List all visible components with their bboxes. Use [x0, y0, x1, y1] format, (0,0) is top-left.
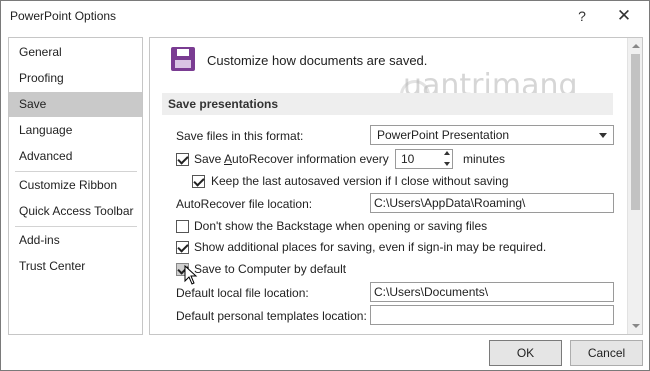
autorecover-label-accel: A — [224, 152, 233, 166]
cancel-button[interactable]: Cancel — [570, 340, 643, 366]
nav-item-add-ins[interactable]: Add-ins — [9, 228, 142, 253]
pane-header: Customize how documents are saved. — [207, 53, 428, 68]
format-label: Save files in this format: — [176, 129, 304, 143]
options-dialog: PowerPoint Options ? ✕ General Proofing … — [0, 0, 650, 371]
autorecover-checkbox[interactable] — [176, 153, 189, 166]
nav-item-advanced[interactable]: Advanced — [9, 144, 142, 169]
backstage-checkbox[interactable] — [176, 220, 189, 233]
save-settings-pane: Customize how documents are saved. uantr… — [149, 37, 643, 335]
nav-divider — [15, 226, 137, 227]
nav-item-save[interactable]: Save — [9, 92, 142, 117]
additional-places-checkbox[interactable] — [176, 241, 189, 254]
nav-item-proofing[interactable]: Proofing — [9, 66, 142, 91]
title-bar: PowerPoint Options ? ✕ — [1, 1, 649, 32]
ok-button[interactable]: OK — [489, 340, 562, 366]
options-nav: General Proofing Save Language Advanced … — [8, 37, 143, 335]
nav-item-customize-ribbon[interactable]: Customize Ribbon — [9, 173, 142, 198]
nav-item-general[interactable]: General — [9, 40, 142, 65]
save-icon — [171, 47, 195, 71]
format-dropdown-value: PowerPoint Presentation — [377, 128, 510, 142]
spin-up-icon[interactable] — [444, 151, 450, 155]
save-to-computer-label: Save to Computer by default — [194, 262, 347, 276]
keep-last-autosaved-checkbox[interactable] — [192, 175, 205, 188]
keep-last-autosaved-label: Keep the last autosaved version if I clo… — [211, 174, 509, 188]
minutes-label: minutes — [463, 152, 506, 166]
save-icon-shutter — [177, 49, 189, 56]
scroll-thumb[interactable] — [631, 54, 640, 210]
dropdown-arrow-icon — [599, 133, 607, 138]
default-templates-location-label: Default personal templates location: — [176, 309, 367, 323]
autorecover-location-label: AutoRecover file location: — [176, 197, 313, 211]
scroll-down-icon[interactable] — [632, 324, 640, 328]
nav-item-quick-access-toolbar[interactable]: Quick Access Toolbar — [9, 199, 142, 224]
autorecover-label-pre: Save — [194, 152, 225, 166]
additional-places-label: Show additional places for saving, even … — [194, 240, 547, 254]
autorecover-minutes-value: 10 — [401, 152, 415, 166]
close-icon[interactable]: ✕ — [611, 5, 637, 27]
default-local-location-label: Default local file location: — [176, 286, 309, 300]
autorecover-minutes-spinner[interactable]: 10 — [395, 149, 453, 169]
help-icon[interactable]: ? — [570, 5, 594, 27]
default-templates-location-input[interactable] — [370, 305, 614, 325]
save-icon-label — [175, 60, 191, 68]
nav-item-language[interactable]: Language — [9, 118, 142, 143]
scroll-up-icon[interactable] — [632, 44, 640, 48]
nav-divider — [15, 171, 137, 172]
dialog-title: PowerPoint Options — [10, 9, 117, 23]
pane-scrollbar[interactable] — [627, 38, 642, 334]
mouse-cursor-icon — [184, 265, 198, 285]
spin-down-icon[interactable] — [444, 162, 450, 166]
autorecover-location-input[interactable]: C:\Users\AppData\Roaming\ — [370, 193, 614, 213]
section-heading: Save presentations — [162, 93, 613, 115]
autorecover-label-post: utoRecover information every — [232, 152, 389, 166]
default-local-location-input[interactable]: C:\Users\Documents\ — [370, 282, 614, 302]
format-dropdown[interactable]: PowerPoint Presentation — [370, 125, 614, 145]
nav-item-trust-center[interactable]: Trust Center — [9, 254, 142, 279]
backstage-label: Don't show the Backstage when opening or… — [194, 219, 488, 233]
autorecover-label: Save AutoRecover information every — [194, 152, 389, 166]
